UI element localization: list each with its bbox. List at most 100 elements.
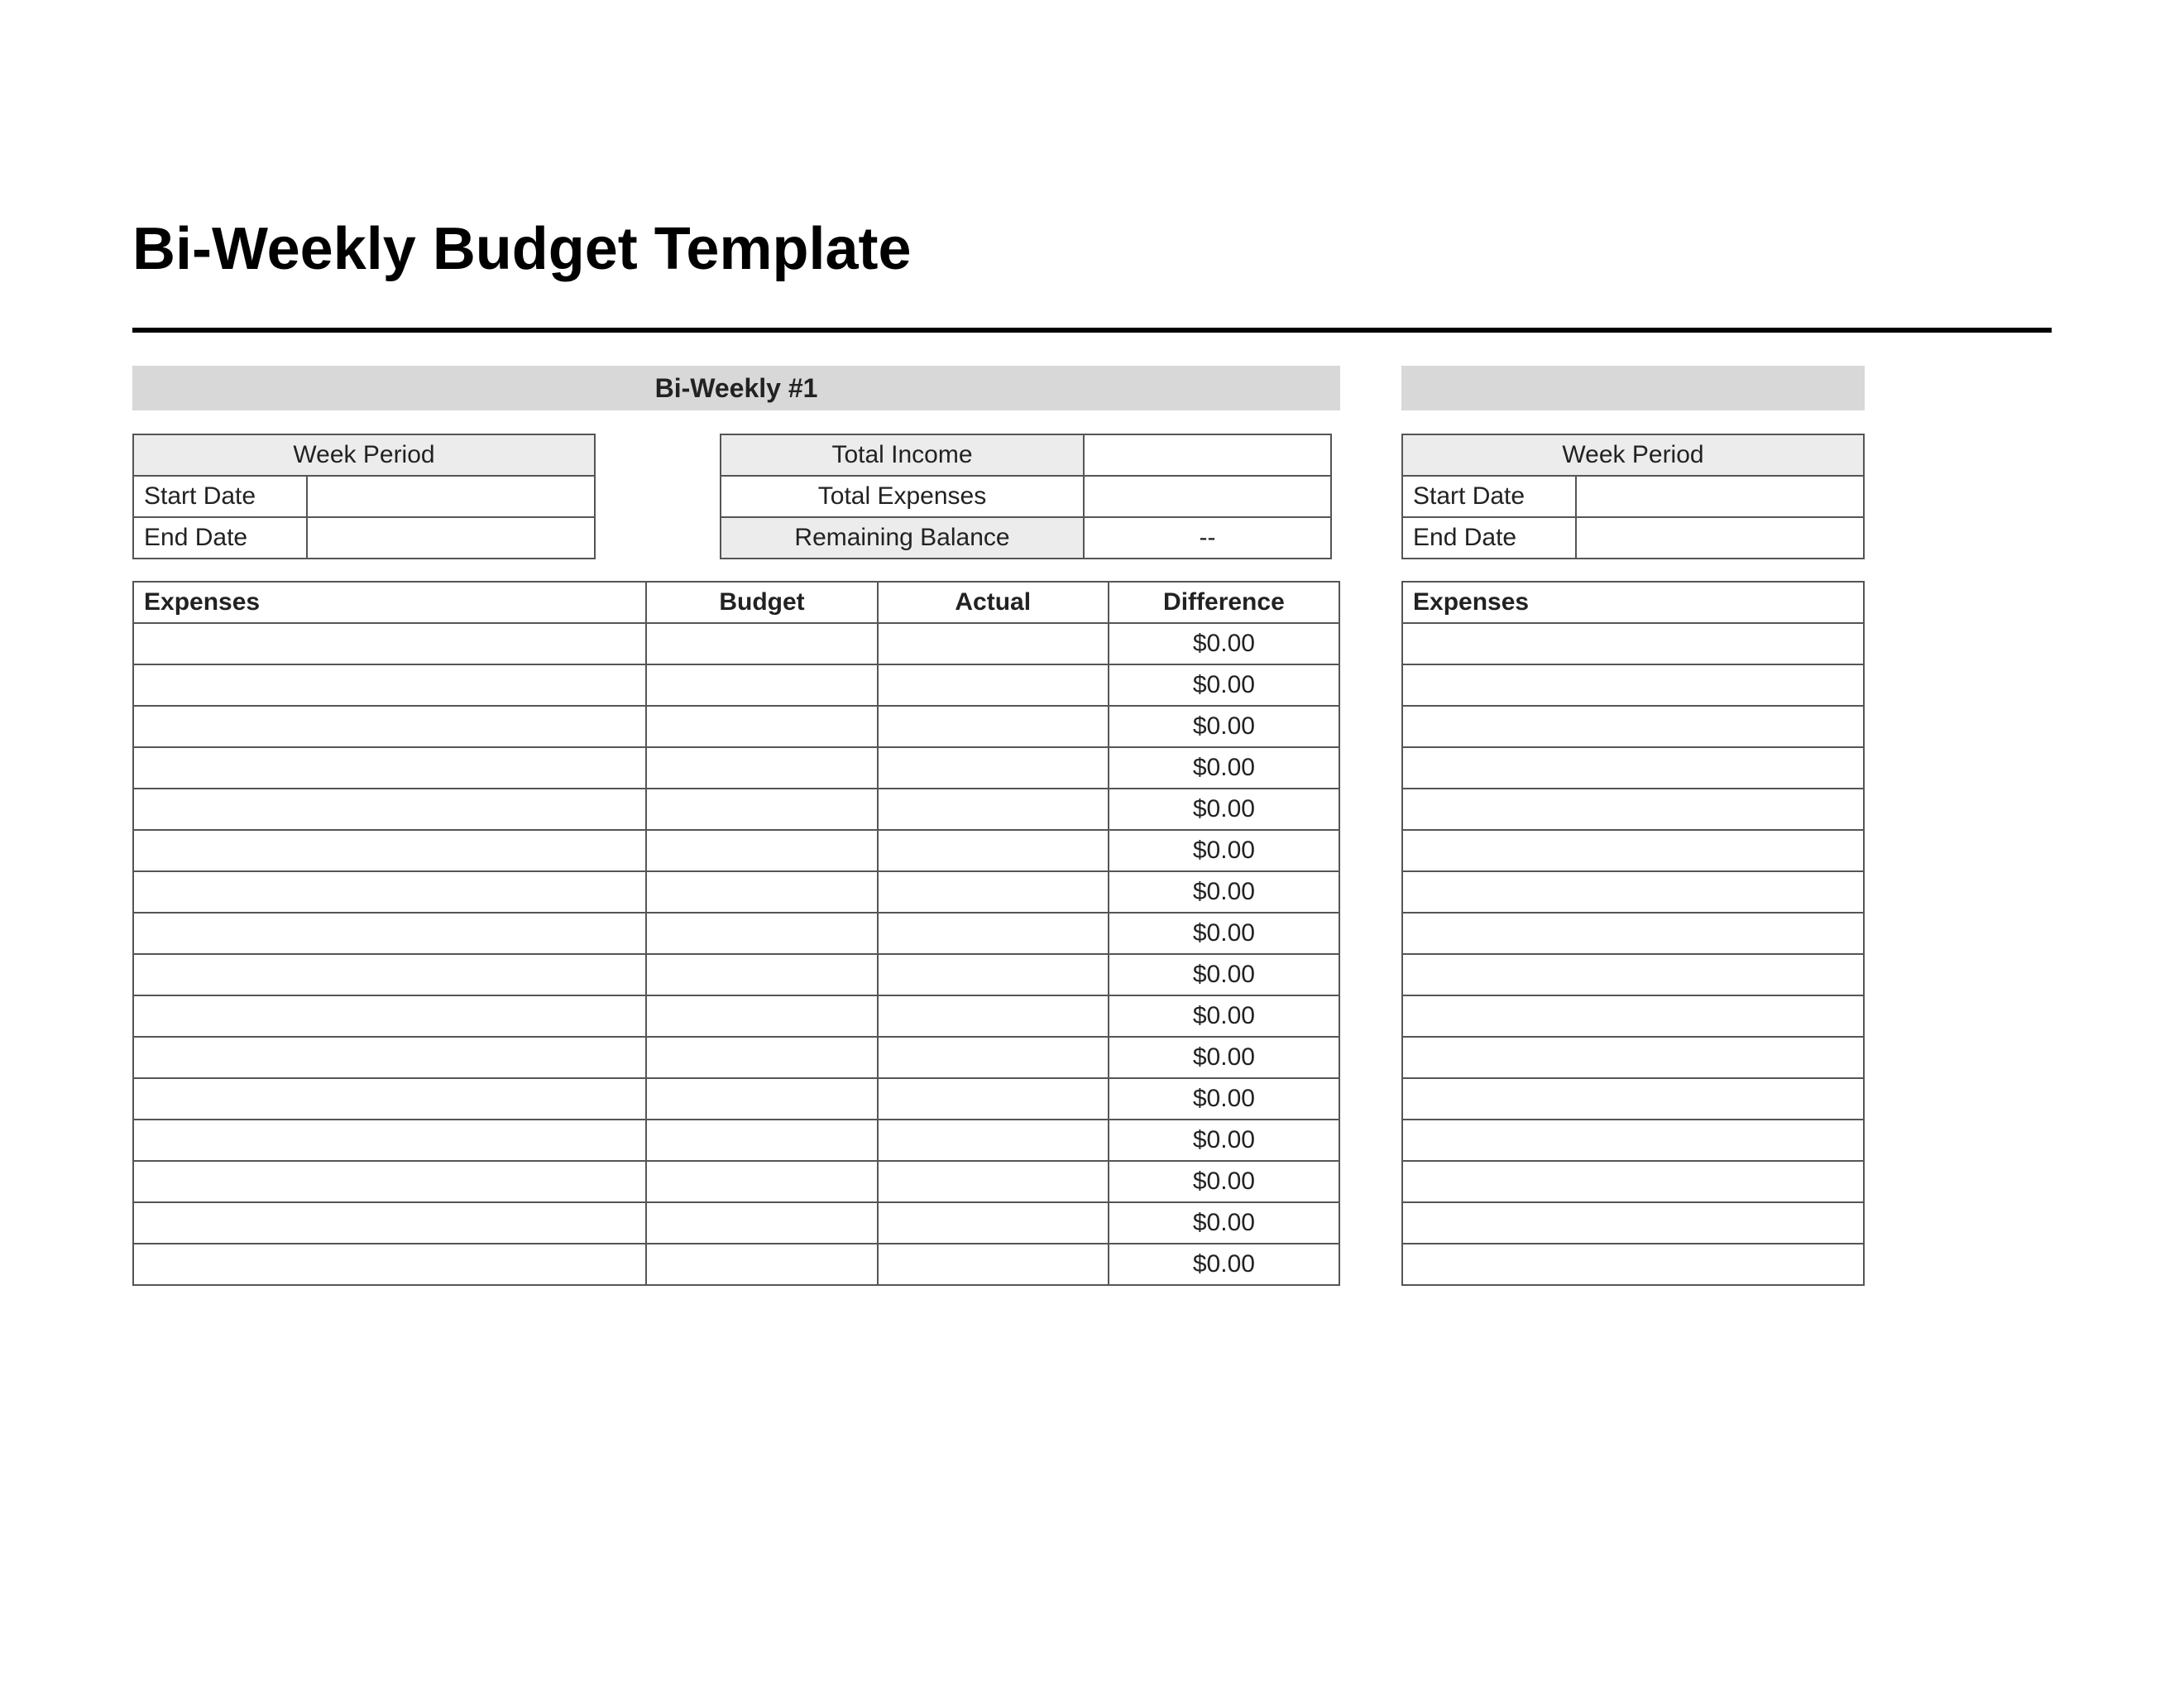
actual-cell[interactable] (878, 871, 1109, 913)
table-row (1402, 913, 1864, 954)
actual-cell[interactable] (878, 995, 1109, 1037)
difference-cell: $0.00 (1109, 664, 1339, 706)
actual-cell[interactable] (878, 1161, 1109, 1202)
expense-cell[interactable] (1402, 664, 1864, 706)
biweekly-1-section: Bi-Weekly #1 Week Period Start Date End … (132, 366, 1340, 1286)
expense-cell[interactable] (133, 1078, 646, 1120)
table-row: $0.00 (133, 995, 1339, 1037)
expense-cell[interactable] (1402, 1244, 1864, 1285)
expense-cell[interactable] (133, 664, 646, 706)
expense-cell[interactable] (133, 1244, 646, 1285)
expense-cell[interactable] (133, 789, 646, 830)
col-difference: Difference (1109, 582, 1339, 623)
actual-cell[interactable] (878, 1120, 1109, 1161)
expense-cell[interactable] (1402, 623, 1864, 664)
budget-cell[interactable] (646, 664, 877, 706)
expense-cell[interactable] (133, 871, 646, 913)
total-expenses-value[interactable] (1084, 476, 1331, 517)
actual-cell[interactable] (878, 747, 1109, 789)
end-date-value[interactable] (307, 517, 595, 559)
expense-cell[interactable] (1402, 1161, 1864, 1202)
budget-cell[interactable] (646, 871, 877, 913)
expense-cell[interactable] (1402, 995, 1864, 1037)
budget-cell[interactable] (646, 623, 877, 664)
table-row: $0.00 (133, 747, 1339, 789)
budget-cell[interactable] (646, 1037, 877, 1078)
actual-cell[interactable] (878, 1244, 1109, 1285)
expense-cell[interactable] (133, 913, 646, 954)
total-income-value[interactable] (1084, 434, 1331, 476)
actual-cell[interactable] (878, 954, 1109, 995)
table-row (1402, 623, 1864, 664)
actual-cell[interactable] (878, 623, 1109, 664)
expense-cell[interactable] (133, 830, 646, 871)
expense-cell[interactable] (133, 1202, 646, 1244)
expense-cell[interactable] (133, 623, 646, 664)
budget-cell[interactable] (646, 747, 877, 789)
budget-cell[interactable] (646, 706, 877, 747)
budget-cell[interactable] (646, 1120, 877, 1161)
expense-cell[interactable] (133, 995, 646, 1037)
col-expenses: Expenses (133, 582, 646, 623)
expense-cell[interactable] (1402, 1078, 1864, 1120)
difference-cell: $0.00 (1109, 995, 1339, 1037)
budget-cell[interactable] (646, 789, 877, 830)
expense-cell[interactable] (133, 1037, 646, 1078)
col-actual: Actual (878, 582, 1109, 623)
table-row (1402, 1161, 1864, 1202)
week-period-header-2: Week Period (1402, 434, 1864, 476)
actual-cell[interactable] (878, 789, 1109, 830)
budget-cell[interactable] (646, 995, 877, 1037)
expense-cell[interactable] (1402, 747, 1864, 789)
expense-cell[interactable] (133, 747, 646, 789)
difference-cell: $0.00 (1109, 830, 1339, 871)
expense-cell[interactable] (133, 1120, 646, 1161)
actual-cell[interactable] (878, 664, 1109, 706)
expense-cell[interactable] (1402, 871, 1864, 913)
start-date-value-2[interactable] (1576, 476, 1864, 517)
actual-cell[interactable] (878, 1037, 1109, 1078)
expenses-table-1: Expenses Budget Actual Difference $0.00$… (132, 581, 1340, 1286)
budget-cell[interactable] (646, 1161, 877, 1202)
table-row: $0.00 (133, 1244, 1339, 1285)
budget-cell[interactable] (646, 913, 877, 954)
expense-cell[interactable] (1402, 789, 1864, 830)
table-row: $0.00 (133, 623, 1339, 664)
difference-cell: $0.00 (1109, 1037, 1339, 1078)
expense-cell[interactable] (1402, 1202, 1864, 1244)
actual-cell[interactable] (878, 1078, 1109, 1120)
expense-cell[interactable] (133, 706, 646, 747)
expense-cell[interactable] (1402, 1037, 1864, 1078)
actual-cell[interactable] (878, 1202, 1109, 1244)
difference-cell: $0.00 (1109, 1202, 1339, 1244)
actual-cell[interactable] (878, 913, 1109, 954)
table-row (1402, 1244, 1864, 1285)
expense-cell[interactable] (133, 1161, 646, 1202)
budget-cell[interactable] (646, 954, 877, 995)
table-row: $0.00 (133, 913, 1339, 954)
week-period-table-1: Week Period Start Date End Date (132, 434, 596, 559)
remaining-balance-value: -- (1084, 517, 1331, 559)
difference-cell: $0.00 (1109, 954, 1339, 995)
expense-cell[interactable] (1402, 706, 1864, 747)
section-header-1: Bi-Weekly #1 (132, 366, 1340, 410)
budget-cell[interactable] (646, 1202, 877, 1244)
expense-cell[interactable] (133, 954, 646, 995)
budget-cell[interactable] (646, 1244, 877, 1285)
budget-cell[interactable] (646, 1078, 877, 1120)
table-row (1402, 789, 1864, 830)
end-date-label: End Date (133, 517, 307, 559)
expense-cell[interactable] (1402, 913, 1864, 954)
table-row (1402, 1120, 1864, 1161)
end-date-value-2[interactable] (1576, 517, 1864, 559)
expense-cell[interactable] (1402, 954, 1864, 995)
actual-cell[interactable] (878, 706, 1109, 747)
budget-cell[interactable] (646, 830, 877, 871)
table-row (1402, 747, 1864, 789)
week-period-header: Week Period (133, 434, 595, 476)
actual-cell[interactable] (878, 830, 1109, 871)
expense-cell[interactable] (1402, 830, 1864, 871)
start-date-value[interactable] (307, 476, 595, 517)
expense-cell[interactable] (1402, 1120, 1864, 1161)
table-row: $0.00 (133, 871, 1339, 913)
